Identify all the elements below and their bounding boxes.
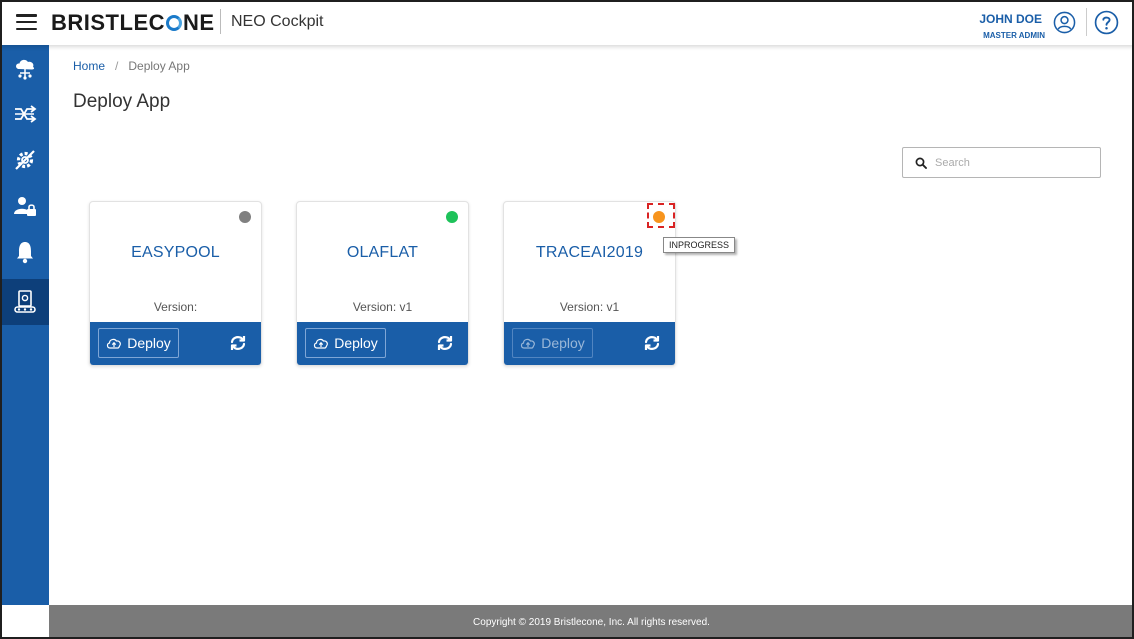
search-input[interactable] — [935, 156, 1095, 169]
breadcrumb-current: Deploy App — [128, 59, 190, 73]
copyright-text: Copyright © 2019 Bristlecone, Inc. All r… — [473, 616, 710, 628]
sidebar-item-user-access[interactable] — [0, 183, 49, 229]
deploy-button[interactable]: Deploy — [98, 328, 179, 358]
app-version: Version: v1 — [352, 300, 413, 314]
sidebar-item-deploy-app[interactable] — [0, 279, 49, 325]
card-footer: Deploy — [90, 322, 261, 365]
breadcrumb-home[interactable]: Home — [73, 59, 105, 73]
help-icon[interactable] — [1094, 10, 1119, 35]
deploy-button-label: Deploy — [541, 335, 585, 351]
page-title: Deploy App — [73, 91, 171, 112]
breadcrumb: Home / Deploy App — [73, 59, 190, 73]
app-name: TRACEAI2019 — [535, 244, 644, 261]
brand-logo-prefix: BRISTLEC — [51, 10, 165, 35]
cloud-upload-icon — [521, 338, 536, 349]
cloud-upload-icon — [107, 338, 122, 349]
brand-logo-suffix: NE — [183, 10, 215, 35]
shuffle-icon — [14, 105, 36, 123]
sidebar-item-shuffle[interactable] — [0, 91, 49, 137]
bell-icon — [16, 242, 33, 264]
settings-off-icon — [14, 150, 35, 170]
status-dot — [239, 211, 251, 223]
user-account-icon[interactable] — [1053, 11, 1076, 34]
deploy-button[interactable]: Deploy — [305, 328, 386, 358]
refresh-icon[interactable] — [643, 334, 661, 352]
deploy-button-label: Deploy — [334, 335, 378, 351]
user-role: MASTER ADMIN — [983, 31, 1045, 40]
app-card-olaflat: OLAFLAT Version: v1 Deploy — [296, 201, 469, 366]
status-tooltip: INPROGRESS — [663, 237, 736, 253]
status-dot — [446, 211, 458, 223]
card-footer: Deploy — [297, 322, 468, 365]
sidebar-item-settings[interactable] — [0, 137, 49, 183]
status-highlight-box — [647, 203, 675, 228]
app-name: EASYPOOL — [131, 244, 220, 261]
brand-logo-o-mark — [166, 15, 182, 31]
sidebar-item-notifications[interactable] — [0, 229, 49, 275]
sidebar — [0, 45, 49, 605]
search-box[interactable] — [902, 147, 1101, 178]
refresh-icon[interactable] — [436, 334, 454, 352]
app-version: Version: v1 — [559, 300, 620, 314]
top-header: BRISTLEC NE NEO Cockpit JOHN DOE MASTER A… — [0, 0, 1134, 45]
user-name[interactable]: JOHN DOE — [979, 12, 1042, 26]
app-card-easypool: EASYPOOL Version: Deploy — [89, 201, 262, 366]
user-lock-icon — [13, 197, 36, 216]
header-divider — [1086, 8, 1087, 36]
sidebar-item-cloud[interactable] — [0, 45, 49, 91]
deploy-app-icon — [13, 290, 36, 313]
hamburger-menu-icon[interactable] — [16, 14, 37, 31]
brand-divider — [220, 9, 221, 34]
refresh-icon[interactable] — [229, 334, 247, 352]
search-icon — [915, 157, 927, 169]
breadcrumb-separator: / — [115, 59, 119, 73]
cloud-upload-icon — [314, 338, 329, 349]
card-footer: Deploy — [504, 322, 675, 365]
app-version: Version: — [153, 300, 198, 314]
deploy-button-label: Deploy — [127, 335, 171, 351]
brand-logo: BRISTLEC NE — [51, 10, 215, 36]
page-footer: Copyright © 2019 Bristlecone, Inc. All r… — [49, 605, 1134, 639]
app-name: OLAFLAT — [346, 244, 419, 261]
cloud-network-icon — [15, 59, 34, 80]
app-title: NEO Cockpit — [231, 13, 324, 30]
deploy-button[interactable]: Deploy — [512, 328, 593, 358]
